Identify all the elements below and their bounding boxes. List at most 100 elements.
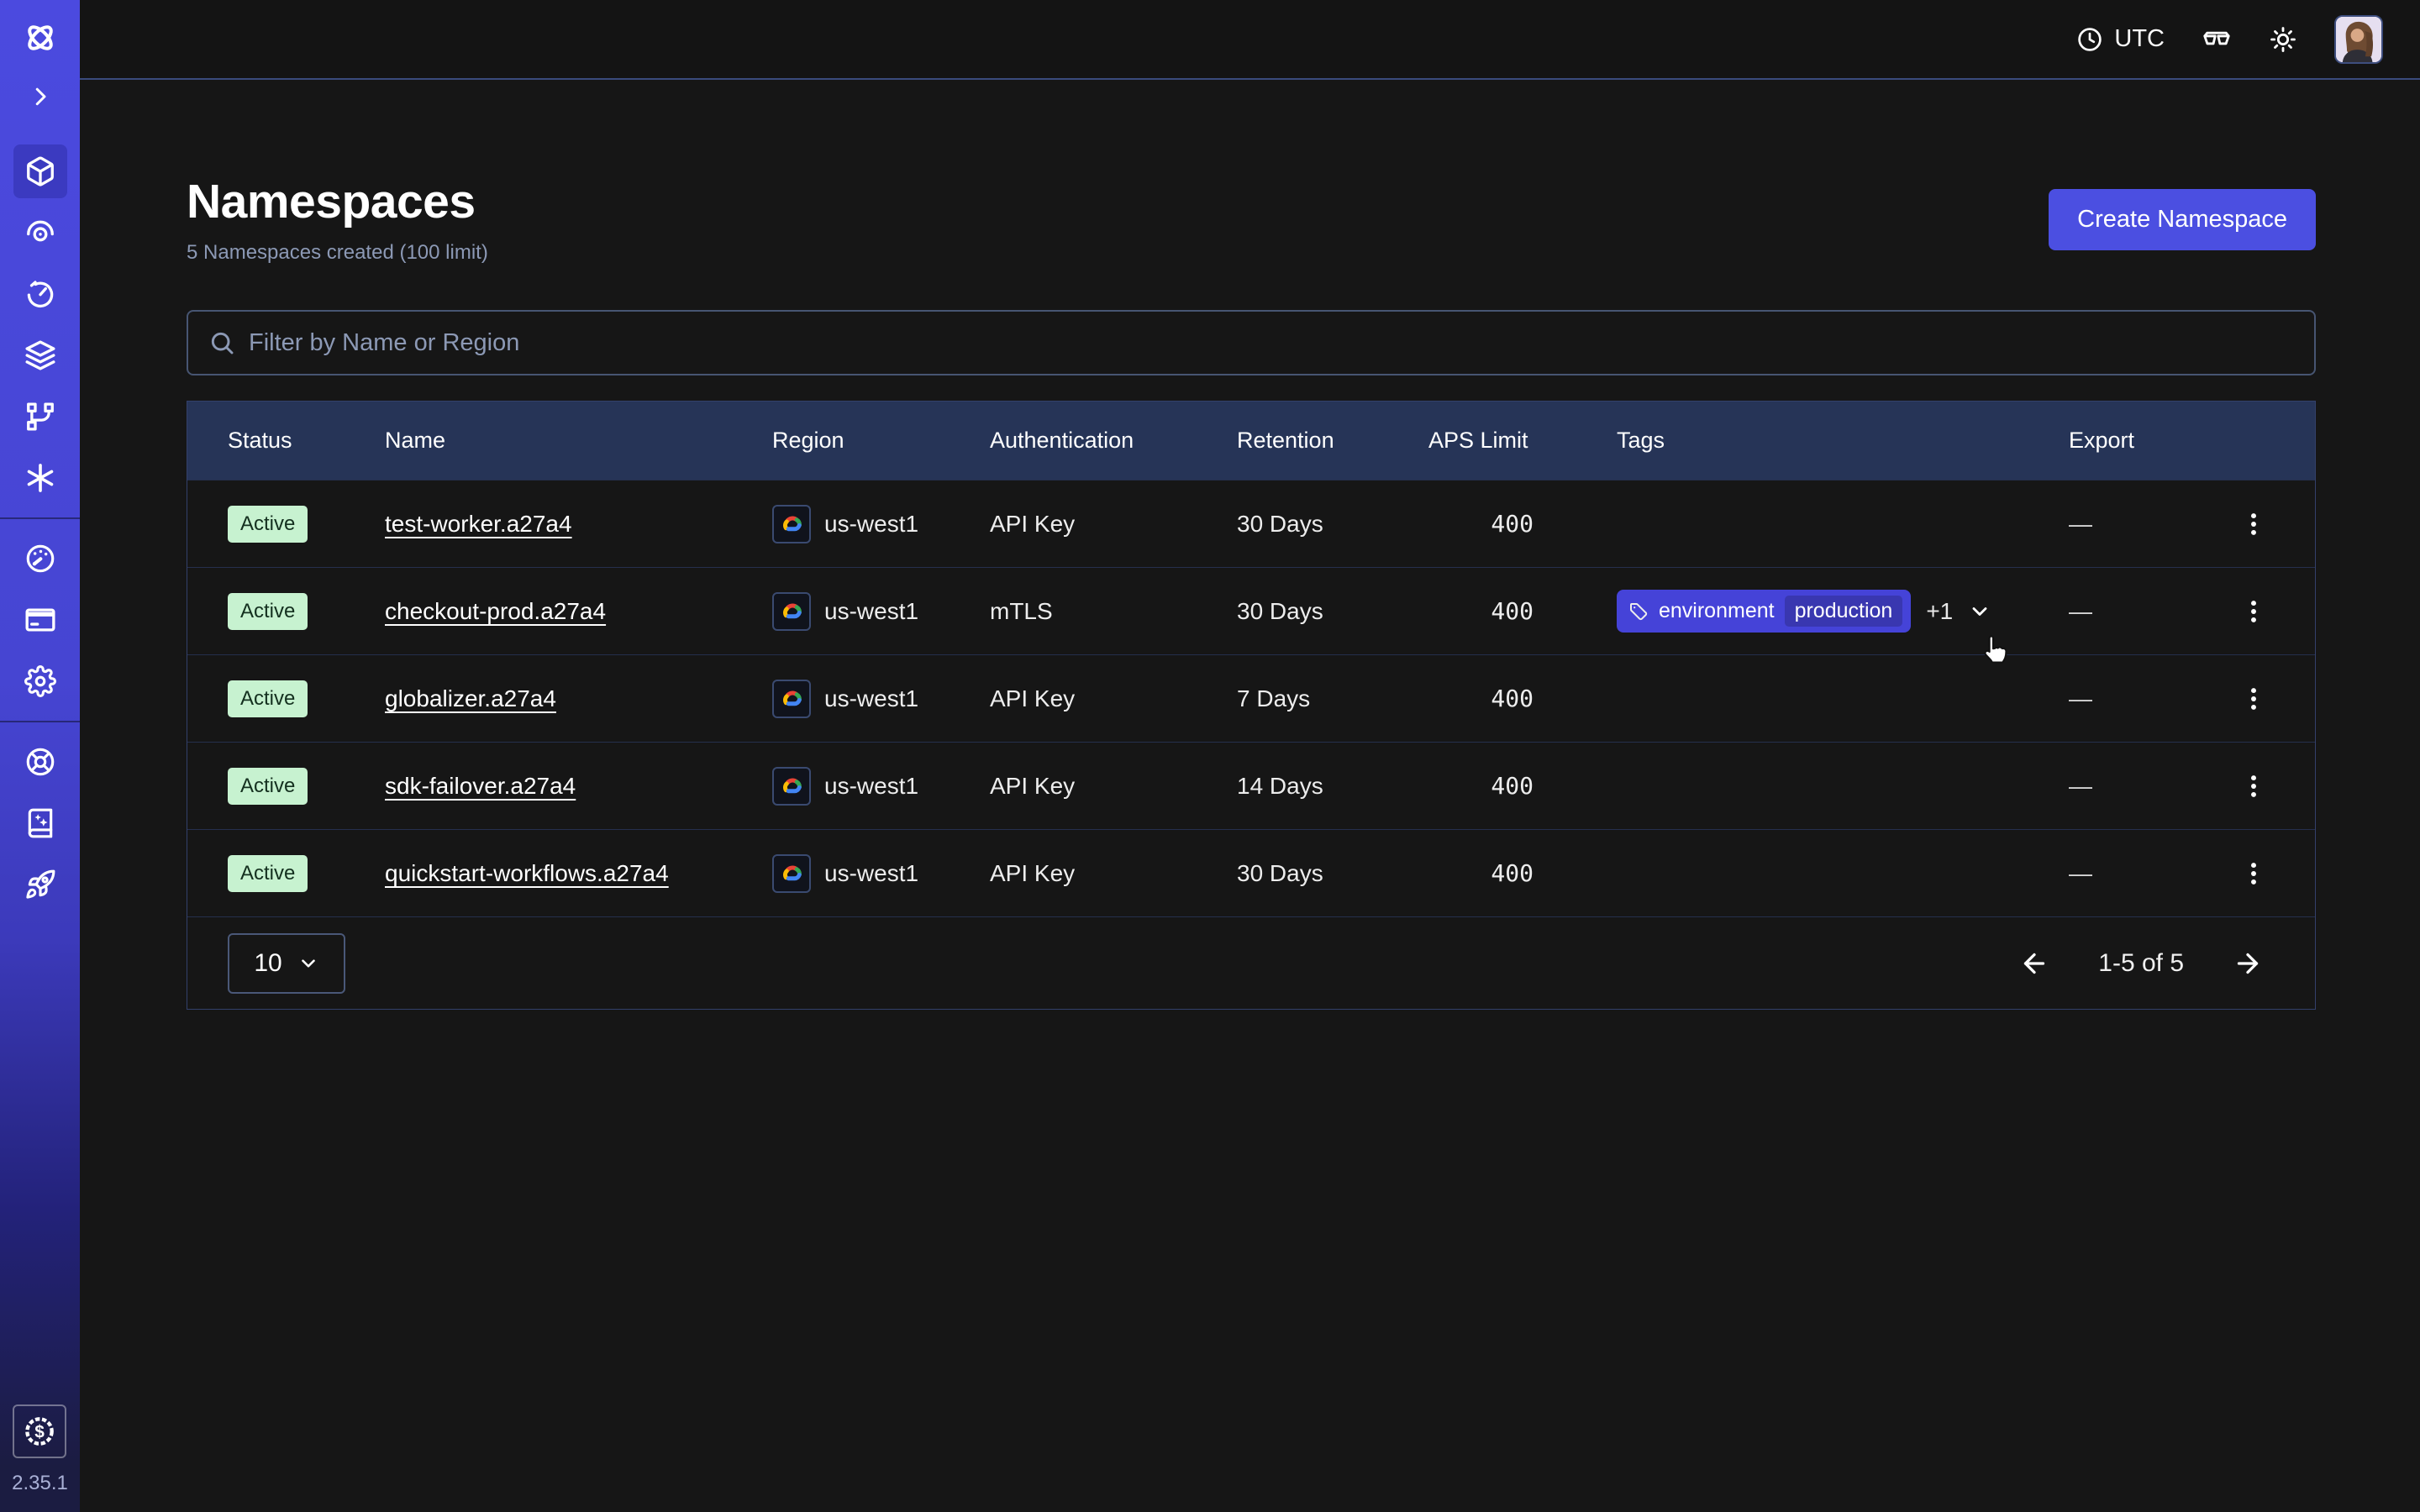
gcp-icon (772, 854, 811, 893)
export-value: — (2069, 685, 2195, 712)
temporal-logo (23, 20, 58, 55)
sidebar-item-deployments[interactable] (13, 328, 67, 382)
branch-icon (24, 401, 56, 433)
tag-icon (1628, 601, 1649, 622)
chevron-down-icon (297, 953, 319, 974)
authentication-value: API Key (990, 511, 1237, 538)
export-value: — (2069, 773, 2195, 800)
sidebar-item-nexus[interactable] (13, 390, 67, 444)
region-label: us-west1 (824, 598, 918, 625)
row-actions-button[interactable] (2233, 591, 2275, 633)
gauge-icon (24, 543, 56, 575)
table-row: Active quickstart-workflows.a27a4 us-wes… (187, 829, 2315, 916)
column-header-status: Status (228, 428, 385, 454)
table-row: Active checkout-prod.a27a4 us-west1 mTLS… (187, 567, 2315, 654)
namespace-link[interactable]: quickstart-workflows.a27a4 (385, 860, 669, 886)
rocket-icon (24, 869, 56, 900)
reading-glasses-icon (2202, 24, 2232, 55)
export-value: — (2069, 598, 2195, 625)
sidebar-item-services[interactable] (13, 451, 67, 505)
tags-expand-button[interactable] (1968, 600, 1991, 623)
column-header-retention: Retention (1237, 428, 1428, 454)
sidebar-expand-button[interactable] (28, 84, 53, 109)
sidebar-nav-group-account (13, 532, 67, 708)
kebab-icon (2239, 859, 2268, 888)
column-header-region: Region (772, 428, 990, 454)
filter-input[interactable] (249, 329, 2294, 357)
labs-toggle-button[interactable] (2202, 24, 2232, 55)
pagination-range: 1-5 of 5 (2098, 949, 2184, 978)
topbar: UTC (80, 0, 2420, 80)
row-actions-button[interactable] (2233, 503, 2275, 545)
kebab-icon (2239, 597, 2268, 626)
namespace-link[interactable]: checkout-prod.a27a4 (385, 598, 606, 624)
aps-limit-value: 400 (1428, 685, 1617, 712)
previous-page-button[interactable] (2019, 948, 2049, 979)
table-row: Active sdk-failover.a27a4 us-west1 API K… (187, 742, 2315, 829)
timezone-selector[interactable]: UTC (2076, 25, 2165, 53)
namespace-link[interactable]: globalizer.a27a4 (385, 685, 556, 711)
region-label: us-west1 (824, 773, 918, 800)
region-label: us-west1 (824, 511, 918, 538)
status-badge: Active (228, 680, 308, 717)
arrow-right-icon (2233, 948, 2263, 979)
sidebar-item-billing[interactable] (13, 593, 67, 647)
kebab-icon (2239, 685, 2268, 713)
clock-icon (2076, 26, 2103, 53)
search-icon (208, 329, 235, 356)
row-actions-button[interactable] (2233, 853, 2275, 895)
row-actions-button[interactable] (2233, 765, 2275, 807)
status-badge: Active (228, 768, 308, 805)
column-header-name: Name (385, 428, 772, 454)
page-size-select[interactable]: 10 (228, 933, 345, 994)
sidebar-footer: 2.35.1 (12, 1404, 68, 1512)
aps-limit-value: 400 (1428, 597, 1617, 625)
sidebar-item-usage[interactable] (13, 532, 67, 585)
sidebar-item-docs[interactable] (13, 796, 67, 850)
gcp-icon (772, 767, 811, 806)
kebab-icon (2239, 772, 2268, 801)
gcp-icon (772, 592, 811, 631)
tag-value: production (1785, 596, 1903, 627)
tag-pill[interactable]: environment production (1617, 590, 1911, 633)
sidebar: 2.35.1 (0, 0, 80, 1512)
gear-icon (24, 665, 56, 697)
main-content: Namespaces 5 Namespaces created (100 lim… (80, 0, 2420, 1010)
book-sparkles-icon (24, 807, 56, 839)
retention-value: 30 Days (1237, 511, 1428, 538)
row-actions-button[interactable] (2233, 678, 2275, 720)
sidebar-nav-group-help (13, 735, 67, 911)
sidebar-item-support[interactable] (13, 735, 67, 789)
export-value: — (2069, 860, 2195, 887)
table-row: Active globalizer.a27a4 us-west1 API Key… (187, 654, 2315, 742)
namespace-link[interactable]: sdk-failover.a27a4 (385, 773, 576, 799)
avatar[interactable] (2334, 15, 2383, 64)
aps-limit-value: 400 (1428, 859, 1617, 887)
gcp-icon (772, 505, 811, 543)
region-label: us-west1 (824, 685, 918, 712)
next-page-button[interactable] (2233, 948, 2263, 979)
sidebar-item-quickstart[interactable] (13, 858, 67, 911)
region-label: us-west1 (824, 860, 918, 887)
tag-key: environment (1659, 599, 1775, 623)
retention-value: 7 Days (1237, 685, 1428, 712)
kebab-icon (2239, 510, 2268, 538)
sidebar-item-insights[interactable] (13, 206, 67, 260)
sidebar-item-settings[interactable] (13, 654, 67, 708)
sidebar-item-namespaces[interactable] (13, 144, 67, 198)
pricing-button[interactable] (13, 1404, 66, 1458)
theme-toggle-button[interactable] (2269, 25, 2297, 54)
column-header-aps-limit: APS Limit (1428, 428, 1617, 454)
namespace-link[interactable]: test-worker.a27a4 (385, 511, 572, 537)
retention-value: 30 Days (1237, 598, 1428, 625)
authentication-value: API Key (990, 685, 1237, 712)
asterisk-icon (24, 462, 56, 494)
app-version: 2.35.1 (12, 1472, 68, 1495)
create-namespace-button[interactable]: Create Namespace (2049, 189, 2316, 250)
sidebar-item-retention[interactable] (13, 267, 67, 321)
column-header-authentication: Authentication (990, 428, 1237, 454)
authentication-value: mTLS (990, 598, 1237, 625)
table-footer: 10 1-5 of 5 (187, 916, 2315, 1009)
retention-value: 30 Days (1237, 860, 1428, 887)
export-value: — (2069, 511, 2195, 538)
